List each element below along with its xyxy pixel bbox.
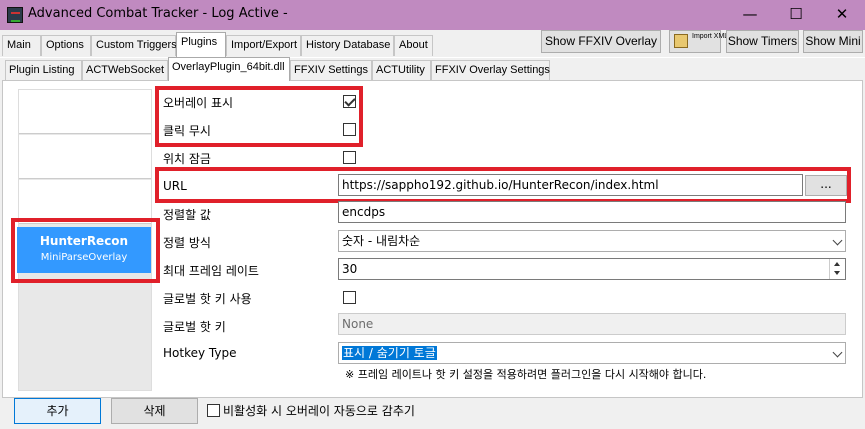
sort-key-label: 정렬할 값 [163,208,211,222]
import-xml-button[interactable]: Import XML [669,30,729,53]
tab-history-database[interactable]: History Database [301,35,394,56]
title-bar: Advanced Combat Tracker - Log Active - —… [0,0,865,30]
maximize-button[interactable]: ☐ [773,0,819,30]
global-hotkey-label: 글로벌 핫 키 [163,320,226,334]
tab-plugin-listing[interactable]: Plugin Listing [5,60,82,80]
show-ffxiv-overlay-button[interactable]: Show FFXIV Overlay [541,30,661,53]
chevron-down-icon [832,235,843,246]
max-frame-rate-label: 최대 프레임 레이트 [163,264,259,278]
import-xml-label: Import XML [692,33,729,40]
stepper-down-icon[interactable] [834,271,840,275]
frame-rate-stepper[interactable] [829,259,845,279]
chevron-down-icon [832,347,843,358]
show-mini-button[interactable]: Show Mini [803,30,863,53]
global-hotkey-enabled-label: 글로벌 핫 키 사용 [163,292,252,306]
minimize-button[interactable]: — [727,0,773,30]
tab-actutility[interactable]: ACTUtility [372,60,431,80]
add-button[interactable]: 추가 [14,398,101,424]
sort-type-label: 정렬 방식 [163,236,211,250]
tab-ffxiv-settings[interactable]: FFXIV Settings [290,60,372,80]
sort-type-value: 숫자 - 내림차순 [342,234,421,248]
tab-custom-triggers[interactable]: Custom Triggers [91,35,177,56]
window-title: Advanced Combat Tracker - Log Active - [28,6,288,21]
tab-plugins[interactable]: Plugins [176,32,226,57]
global-hotkey-input: None [338,313,846,335]
hotkey-type-select[interactable]: 표시 / 숨기기 토글 [338,342,846,364]
show-timers-button[interactable]: Show Timers [726,30,799,53]
overlay-list-slot[interactable] [19,135,151,179]
auto-hide-checkbox[interactable] [207,404,220,417]
sort-key-input[interactable]: encdps [338,201,846,223]
restart-note: ※ 프레임 레이트나 핫 키 설정을 적용하려면 플러그인을 다시 시작해야 합… [345,368,707,381]
stepper-up-icon[interactable] [834,262,840,266]
hotkey-type-label: Hotkey Type [163,346,237,360]
sort-type-select[interactable]: 숫자 - 내림차순 [338,230,846,252]
delete-button[interactable]: 삭제 [111,398,198,424]
lock-position-label: 위치 잠금 [163,152,211,166]
tab-options[interactable]: Options [41,35,91,56]
tab-about[interactable]: About [394,35,433,56]
global-hotkey-enabled-checkbox[interactable] [343,291,356,304]
max-frame-rate-input[interactable]: 30 [338,258,846,280]
close-button[interactable]: ✕ [819,0,865,30]
tab-import-export[interactable]: Import/Export [226,35,301,56]
tab-actwebsocket[interactable]: ACTWebSocket [82,60,168,80]
act-app-icon [7,7,23,23]
tab-main[interactable]: Main [2,35,41,56]
tab-overlayplugin[interactable]: OverlayPlugin_64bit.dll [168,57,290,81]
auto-hide-label: 비활성화 시 오버레이 자동으로 감추기 [223,404,415,418]
highlight-url-row [155,167,851,203]
highlight-checkbox-group [155,86,363,147]
overlay-list-slot[interactable] [19,90,151,134]
lock-icon [674,34,688,48]
tab-ffxiv-overlay-settings[interactable]: FFXIV Overlay Settings [431,60,550,80]
highlight-overlay-item [11,218,160,283]
lock-position-checkbox[interactable] [343,151,356,164]
hotkey-type-value: 표시 / 숨기기 토글 [342,346,437,360]
